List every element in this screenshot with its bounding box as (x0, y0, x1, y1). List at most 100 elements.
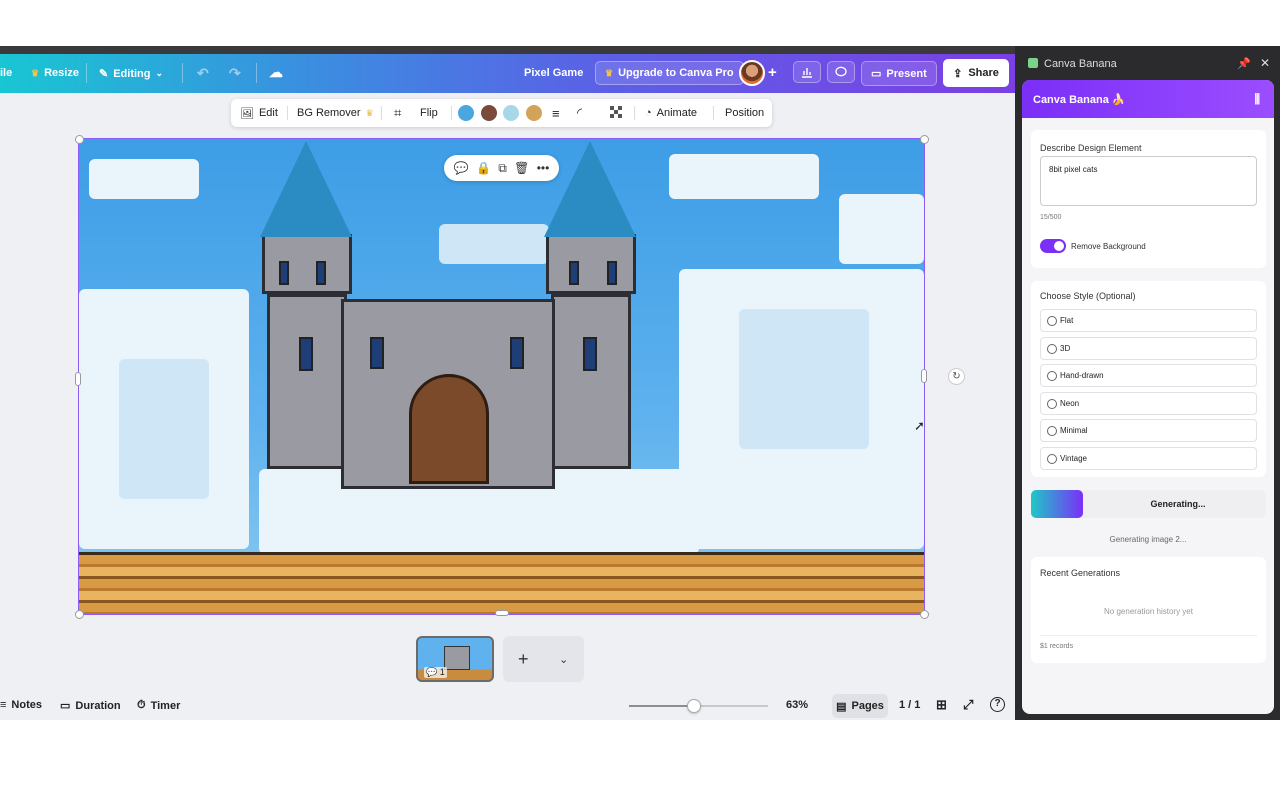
crown-icon: ♛ (365, 107, 374, 118)
char-count: 15/500 (1040, 214, 1062, 221)
remove-background-toggle[interactable] (1040, 239, 1066, 253)
radio[interactable] (1047, 344, 1057, 354)
color-swatch[interactable] (481, 105, 497, 121)
resize-handle[interactable] (495, 610, 509, 616)
castle-window (569, 261, 579, 285)
edit-button[interactable]: 🖼 Edit (240, 99, 278, 127)
zoom-level[interactable]: 63% (786, 699, 808, 711)
style-option[interactable]: 3D (1040, 337, 1257, 360)
pages-button[interactable]: ▤ Pages (832, 694, 888, 718)
editing-dropdown[interactable]: ✎ Editing ⌄ (99, 67, 163, 81)
pin-icon[interactable]: 📌 (1237, 57, 1251, 70)
close-icon[interactable]: ✕ (1260, 56, 1270, 70)
duration-label: Duration (75, 699, 121, 712)
duration-button[interactable]: ▭ Duration (60, 699, 121, 713)
comment-icon[interactable] (827, 61, 855, 83)
upgrade-button[interactable]: ♛ Upgrade to Canva Pro (595, 61, 744, 85)
resize-handle[interactable] (75, 610, 84, 619)
divider (287, 106, 288, 120)
style-option[interactable]: Vintage (1040, 447, 1257, 470)
resize-handle[interactable] (75, 372, 81, 386)
add-collaborator-icon[interactable]: + (768, 64, 777, 81)
edit-image-icon: 🖼 (240, 107, 254, 120)
style-option[interactable]: Flat (1040, 309, 1257, 332)
castle-tower-top-right (546, 234, 636, 294)
bg-remover-label: BG Remover (297, 107, 361, 119)
castle-window (316, 261, 326, 285)
radio[interactable] (1047, 399, 1057, 409)
style-option[interactable]: Minimal (1040, 419, 1257, 442)
generate-button[interactable]: Generating... (1031, 490, 1266, 518)
crop-icon[interactable]: ⌗ (394, 99, 401, 127)
grid-view-icon[interactable]: ⊞ (936, 697, 947, 713)
cloud (119, 359, 209, 499)
radio[interactable] (1047, 426, 1057, 436)
canva-banana-panel: Canva Banana 🍌 ⫼ Describe Design Element… (1022, 80, 1274, 714)
duplicate-icon[interactable]: ⧉ (498, 161, 507, 176)
flip-button[interactable]: Flip (420, 99, 438, 127)
trash-icon[interactable]: 🗑 (514, 161, 529, 175)
avatar[interactable] (739, 60, 765, 86)
style-option[interactable]: Neon (1040, 392, 1257, 415)
style-option-label: Vintage (1060, 454, 1087, 463)
style-option-label: Neon (1060, 399, 1080, 408)
resize-button[interactable]: ♛ Resize (31, 67, 79, 79)
crown-icon: ♛ (31, 67, 40, 78)
line-weight-icon[interactable]: ≡ (552, 99, 560, 127)
castle-window (607, 261, 617, 285)
rotate-icon[interactable]: ↻ (948, 368, 965, 385)
panel-header: Canva Banana 🍌 ⫼ (1022, 80, 1274, 118)
animate-button[interactable]: ◔ Animate (645, 99, 697, 127)
zoom-slider-knob[interactable] (687, 699, 702, 713)
fullscreen-icon[interactable]: ⤢ (963, 697, 973, 713)
corner-rounding-icon[interactable]: ◜ (577, 99, 582, 127)
comment-icon: 💬 (426, 667, 438, 677)
color-swatch[interactable] (526, 105, 542, 121)
duration-icon: ▭ (60, 700, 71, 712)
analytics-icon[interactable] (793, 61, 821, 83)
doc-title[interactable]: Pixel Game (524, 67, 583, 79)
present-button[interactable]: ▭ Present (861, 61, 937, 86)
editor-footer: ≡ Notes ▭ Duration ⏱ Timer 63% ▤ Pages 1… (0, 692, 1015, 720)
chevron-down-icon[interactable]: ⌄ (544, 636, 585, 682)
timer-button[interactable]: ⏱ Timer (137, 699, 180, 712)
cloud-save-icon[interactable]: ☁ (269, 64, 283, 81)
comment-add-icon[interactable]: 💬 (454, 161, 469, 175)
resize-handle[interactable] (920, 135, 929, 144)
transparency-icon[interactable] (610, 99, 624, 127)
zoom-slider[interactable] (629, 699, 768, 713)
resize-handle[interactable] (920, 610, 929, 619)
undo-icon[interactable]: ↶ (197, 65, 209, 82)
resize-handle[interactable] (75, 135, 84, 144)
describe-input[interactable]: 8bit pixel cats (1040, 156, 1257, 206)
bg-remover-button[interactable]: BG Remover ♛ (297, 99, 374, 127)
browser-strip (0, 46, 1015, 54)
style-option[interactable]: Hand-drawn (1040, 364, 1257, 387)
mouse-cursor-icon: ➚ (914, 418, 925, 433)
share-button[interactable]: ⇪ Share (943, 59, 1009, 87)
castle-window (279, 261, 289, 285)
notes-button[interactable]: ≡ Notes (0, 699, 42, 711)
design-image-castle[interactable] (78, 138, 925, 615)
radio[interactable] (1047, 454, 1057, 464)
resize-handle[interactable] (921, 369, 927, 383)
color-swatch[interactable] (458, 105, 474, 121)
radio[interactable] (1047, 371, 1057, 381)
castle-tower-top-left (262, 234, 352, 294)
editing-label: Editing (113, 67, 151, 80)
color-swatch[interactable] (503, 105, 519, 121)
page-thumbnail[interactable]: 💬 1 (416, 636, 494, 682)
position-button[interactable]: Position (725, 99, 764, 127)
file-menu[interactable]: ile (0, 67, 12, 79)
castle-tower-right (551, 294, 631, 469)
style-option-label: Flat (1060, 316, 1074, 325)
add-page-button[interactable]: + (503, 636, 544, 682)
radio[interactable] (1047, 316, 1057, 326)
lock-icon[interactable]: 🔒 (476, 161, 491, 175)
help-icon[interactable]: ? (990, 697, 1005, 712)
panel-window-title: Canva Banana (1044, 58, 1117, 70)
settings-sliders-icon[interactable]: ⫼ (1254, 92, 1260, 107)
more-icon[interactable]: ••• (537, 161, 550, 175)
redo-icon[interactable]: ↷ (229, 65, 241, 82)
empty-history-text: No generation history yet (1104, 607, 1193, 616)
